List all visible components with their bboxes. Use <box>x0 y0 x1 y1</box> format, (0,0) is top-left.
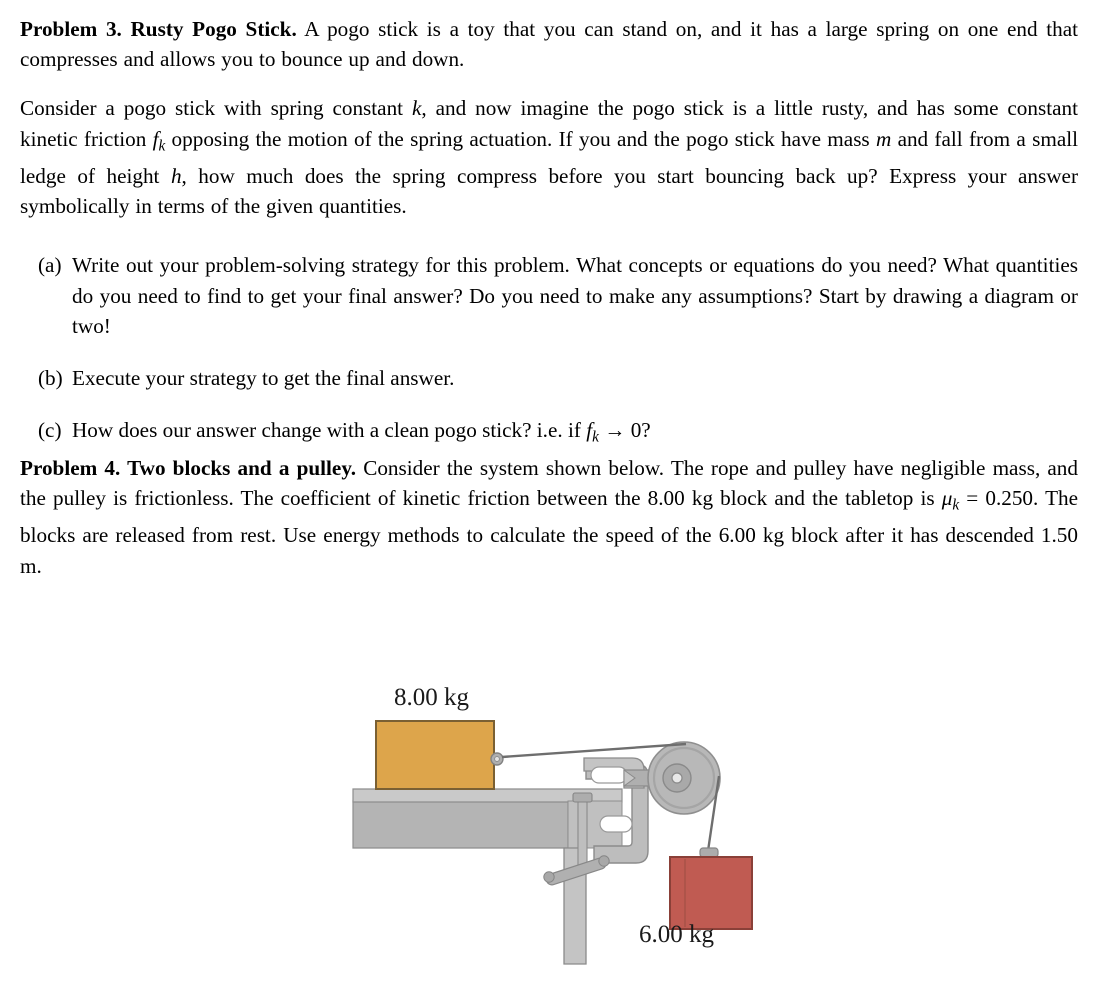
list-item-b-text: Execute your strategy to get the final a… <box>72 366 455 391</box>
problem3-subquestions-list: (a) Write out your problem-solving strat… <box>20 250 1078 452</box>
list-marker-a: (a) <box>38 253 62 278</box>
problem3-body-paragraph: Consider a pogo stick with spring consta… <box>20 93 1078 221</box>
block-6kg-group <box>669 847 753 930</box>
list-item-c-text: How does our answer change with a clean … <box>72 415 1078 452</box>
clamp-handle-knob-left <box>543 871 555 883</box>
block-6kg-eyelet <box>699 847 719 858</box>
problem3-body-part1: Consider a pogo stick with spring consta… <box>20 96 412 121</box>
block-8kg-label: 8.00 kg <box>394 684 469 711</box>
document-page: Problem 3. Rusty Pogo Stick. A pogo stic… <box>0 0 1118 1000</box>
block-6kg <box>669 856 753 930</box>
list-item-b: (b) Execute your strategy to get the fin… <box>20 363 1078 393</box>
problem3-intro-paragraph: Problem 3. Rusty Pogo Stick. A pogo stic… <box>20 14 1078 74</box>
list-marker-c: (c) <box>38 418 62 443</box>
symbol-m: m <box>875 126 892 151</box>
symbol-h: h <box>170 164 182 189</box>
block-6kg-label: 6.00 kg <box>639 921 714 948</box>
two-blocks-pulley-diagram: 8.00 kg 6.00 kg <box>336 676 756 996</box>
clamp-screw-pad <box>572 792 593 803</box>
clamp-handle-knob-right <box>598 855 610 867</box>
document-content: Problem 3. Rusty Pogo Stick. A pogo stic… <box>20 14 1078 581</box>
list-item-c: (c) How does our answer change with a cl… <box>20 415 1078 452</box>
clamp-slot-upper <box>590 766 628 784</box>
problem4-paragraph: Problem 4. Two blocks and a pulley. Cons… <box>20 453 1078 581</box>
symbol-k: k <box>411 96 422 121</box>
list-item-c-text-part1: How does our answer change with a clean … <box>72 418 587 443</box>
list-item-c-text-part2: → 0? <box>598 418 651 443</box>
list-item-a-text: Write out your problem-solving strategy … <box>72 253 1078 338</box>
block-8kg <box>375 720 495 790</box>
clamp-screw-shaft <box>577 798 588 872</box>
symbol-fk-c-subscript: k <box>592 428 599 446</box>
problem4-heading: Problem 4. Two blocks and a pulley. <box>20 455 357 480</box>
block-8kg-group <box>375 720 504 790</box>
pulley-axle <box>671 772 683 784</box>
block-8kg-eyelet-hole <box>494 756 500 762</box>
list-marker-b: (b) <box>38 366 63 391</box>
list-item-a: (a) Write out your problem-solving strat… <box>20 250 1078 341</box>
symbol-mu-k: μ <box>941 485 953 510</box>
table-body-slab <box>352 800 569 849</box>
problem3-heading: Problem 3. Rusty Pogo Stick. <box>20 17 297 41</box>
clamp-slot-lower <box>599 815 633 833</box>
problem3-body-part3: opposing the motion of the spring actuat… <box>165 126 876 151</box>
